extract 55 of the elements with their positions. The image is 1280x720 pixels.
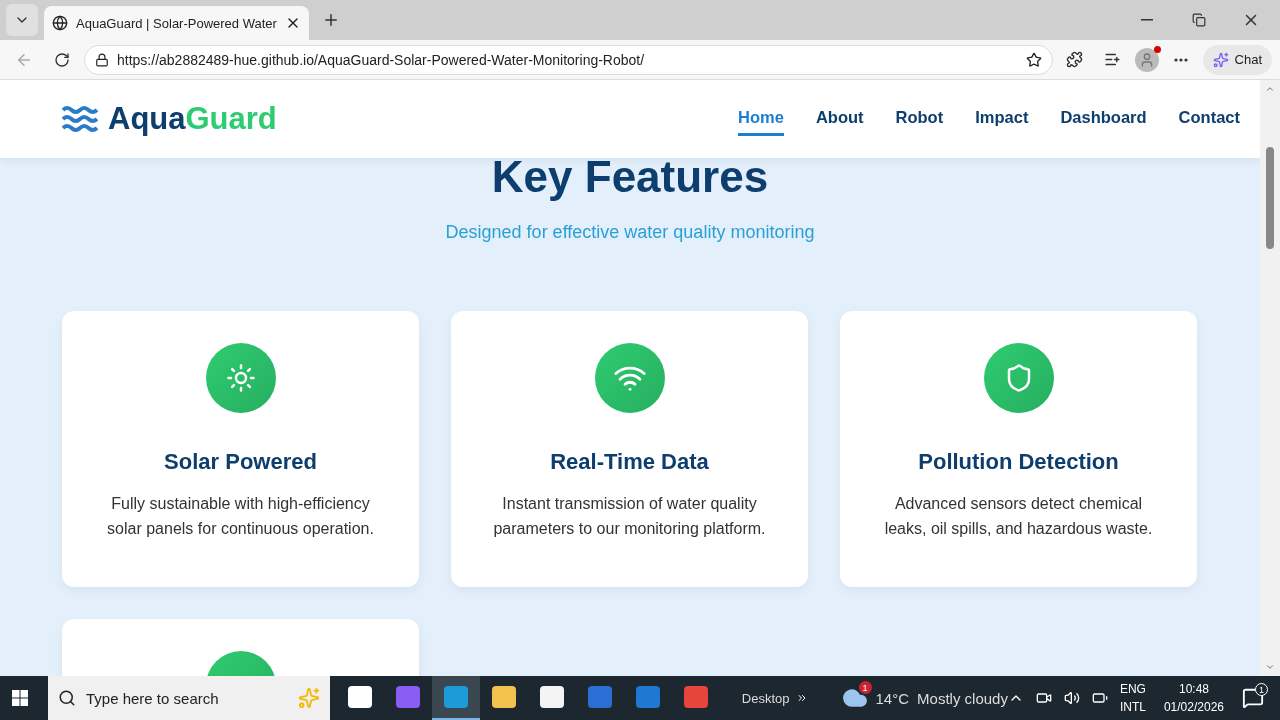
tab-title: AquaGuard | Solar-Powered Water bbox=[76, 15, 277, 31]
browser-tab[interactable]: AquaGuard | Solar-Powered Water bbox=[44, 6, 309, 40]
address-bar[interactable]: https://ab2882489-hue.github.io/AquaGuard-Solar-Powered-Water-Monitoring-Robot/ bbox=[84, 44, 1053, 75]
scroll-up-icon[interactable] bbox=[1265, 84, 1275, 94]
notifications-icon[interactable] bbox=[1242, 687, 1264, 709]
nav-link[interactable]: Impact bbox=[975, 102, 1029, 136]
sparkle-icon bbox=[297, 687, 320, 709]
feature-title: Pollution Detection bbox=[918, 449, 1119, 475]
search-icon bbox=[58, 689, 76, 707]
weather-condition: Mostly cloudy bbox=[917, 689, 1008, 707]
lock-icon bbox=[95, 52, 109, 67]
restore-icon bbox=[1192, 13, 1206, 27]
temperature: 14°C bbox=[875, 689, 910, 707]
scrollbar-thumb[interactable] bbox=[1266, 147, 1274, 249]
minimize-icon bbox=[1141, 19, 1153, 21]
reload-icon bbox=[54, 51, 70, 68]
section-title: Key Features bbox=[490, 152, 770, 202]
clock[interactable]: 10:48 01/02/2026 bbox=[1163, 680, 1224, 716]
desktop-label[interactable]: Desktop bbox=[741, 690, 790, 706]
globe-icon bbox=[52, 15, 68, 31]
volume-icon[interactable] bbox=[1063, 690, 1080, 706]
nav-link[interactable]: About bbox=[815, 102, 864, 136]
url-text: https://ab2882489-hue.github.io/AquaGuard-Solar-Powered-Water-Monitoring-Robot/ bbox=[117, 51, 646, 68]
nav-link[interactable]: Home bbox=[738, 102, 784, 136]
chevrons-icon[interactable] bbox=[795, 692, 808, 704]
sparkle-icon bbox=[1212, 51, 1229, 68]
waves-icon bbox=[62, 105, 98, 133]
camera-icon[interactable] bbox=[1035, 690, 1052, 706]
nav-link[interactable]: Robot bbox=[895, 102, 944, 136]
scroll-down-icon[interactable] bbox=[1265, 662, 1275, 672]
nav-link[interactable]: Contact bbox=[1178, 102, 1240, 136]
section-subtitle: Designed for effective water quality monitoring bbox=[444, 222, 816, 243]
battery-icon[interactable] bbox=[1091, 690, 1108, 706]
windows-logo-icon bbox=[12, 690, 28, 706]
weather-badge: 1 bbox=[858, 681, 872, 694]
more-icon bbox=[1173, 57, 1188, 62]
feature-description: Instant transmission of water quality parameters to our monitoring platform. bbox=[492, 494, 767, 539]
profile-avatar[interactable] bbox=[1134, 47, 1159, 72]
scrollbar[interactable] bbox=[1260, 80, 1280, 676]
taskbar-app[interactable] bbox=[431, 676, 480, 720]
favorite-star-icon[interactable] bbox=[1025, 51, 1042, 68]
feature-title: Solar Powered bbox=[164, 449, 317, 475]
feature-title: Real-Time Data bbox=[550, 449, 709, 475]
taskbar-search-field[interactable]: Type here to search bbox=[48, 676, 330, 720]
favorites-icon bbox=[1104, 51, 1122, 68]
sun-icon bbox=[225, 363, 256, 393]
chat-button[interactable]: Chat bbox=[1202, 44, 1272, 75]
language-indicator[interactable]: ENG INTL bbox=[1119, 680, 1146, 716]
nav-link[interactable]: Dashboard bbox=[1060, 102, 1147, 136]
feature-description: Fully sustainable with high-efficiency solar panels for continuous operation. bbox=[106, 494, 375, 539]
notification-count: 1 bbox=[1255, 683, 1268, 696]
search-placeholder: Type here to search bbox=[86, 689, 219, 707]
site-logo[interactable]: AquaGuard bbox=[62, 101, 277, 137]
puzzle-icon bbox=[1066, 51, 1084, 68]
feature-description: Advanced sensors detect chemical leaks, oil spills, and hazardous waste. bbox=[883, 494, 1154, 539]
